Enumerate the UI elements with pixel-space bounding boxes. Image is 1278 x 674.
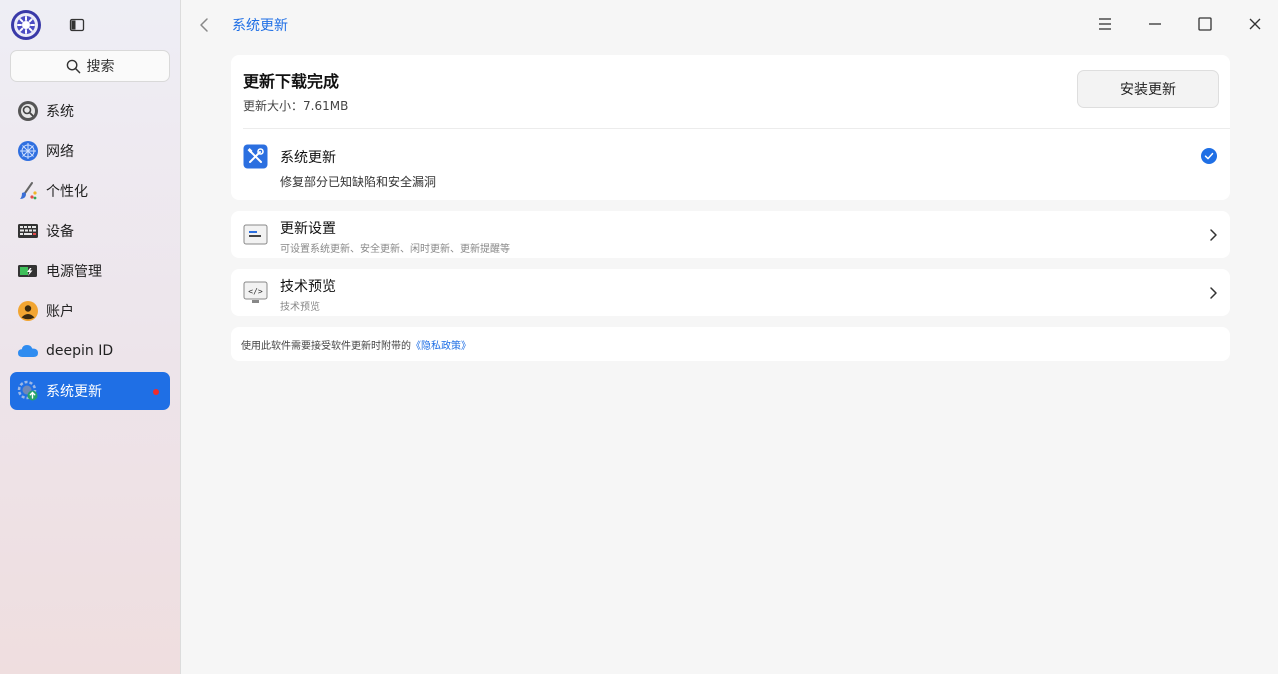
divider (243, 128, 1230, 129)
sidebar-item-power[interactable]: 电源管理 (10, 252, 170, 290)
account-icon (18, 301, 38, 321)
page-title: 系统更新 (232, 18, 288, 34)
tools-icon (243, 144, 268, 169)
sidebar-item-system-update[interactable]: 系统更新 (10, 372, 170, 410)
close-icon[interactable] (1247, 16, 1263, 32)
settings-row-name: 更新设置 (280, 221, 336, 237)
sidebar-item-label: 系统更新 (46, 384, 102, 400)
privacy-notice-label: 使用此软件需要接受软件更新时附带的 (241, 341, 411, 352)
device-icon (18, 224, 38, 238)
sidebar-item-system[interactable]: 系统 (10, 92, 170, 130)
sidebar-item-label: 设备 (46, 224, 74, 240)
power-icon (18, 265, 37, 277)
minimize-icon[interactable] (1147, 16, 1163, 32)
update-size: 更新大小：7.61MB (243, 99, 349, 113)
tech-preview-row-subtitle: 技术预览 (280, 302, 320, 313)
sidebar-item-label: 网络 (46, 144, 74, 160)
sidebar-item-personalization[interactable]: 个性化 (10, 172, 170, 210)
network-icon (18, 141, 38, 161)
system-update-icon (17, 380, 38, 401)
tech-preview-row[interactable]: </> 技术预览 技术预览 (231, 269, 1230, 316)
update-item-description: 修复部分已知缺陷和安全漏洞 (280, 175, 437, 189)
deepin-id-icon (18, 345, 38, 357)
sidebar-nav: 系统 网络 个性化 设备 电源管理 账户 deepin ID 系统更新 (10, 92, 170, 412)
personalization-icon (20, 182, 37, 200)
control-center-logo-icon (11, 10, 41, 40)
sidebar-item-deepin-id[interactable]: deepin ID (10, 332, 170, 370)
update-badge (153, 389, 159, 395)
sidebar: 搜索 系统 网络 个性化 设备 电源管理 账户 deepin ID 系统更新 (0, 0, 181, 674)
sidebar-item-label: deepin ID (46, 343, 114, 359)
check-icon (1201, 148, 1217, 164)
update-status-card: 更新下载完成 更新大小：7.61MB 安装更新 系统更新 修复部分已知缺陷和安全… (231, 55, 1230, 200)
sidebar-item-label: 账户 (46, 304, 74, 320)
sidebar-item-account[interactable]: 账户 (10, 292, 170, 330)
update-status-title: 更新下载完成 (243, 72, 340, 91)
privacy-notice-text: 使用此软件需要接受软件更新时附带的《隐私政策》 (241, 337, 471, 352)
maximize-icon[interactable] (1197, 16, 1213, 32)
code-preview-icon: </> (243, 281, 268, 303)
update-item-name: 系统更新 (280, 150, 336, 166)
privacy-policy-link[interactable]: 《隐私政策》 (411, 341, 471, 352)
update-settings-row[interactable]: 更新设置 可设置系统更新、安全更新、闲时更新、更新提醒等 (231, 211, 1230, 258)
search-input[interactable]: 搜索 (10, 50, 170, 82)
tech-preview-row-name: 技术预览 (280, 279, 336, 295)
sidebar-toggle-icon[interactable] (69, 17, 85, 33)
install-update-button[interactable]: 安装更新 (1077, 70, 1219, 108)
sidebar-item-network[interactable]: 网络 (10, 132, 170, 170)
system-icon (18, 101, 38, 121)
update-settings-icon (243, 224, 268, 245)
chevron-right-icon (1210, 287, 1217, 299)
privacy-notice: 使用此软件需要接受软件更新时附带的《隐私政策》 (231, 327, 1230, 361)
sidebar-item-label: 个性化 (46, 184, 88, 200)
sidebar-item-label: 电源管理 (46, 264, 102, 280)
search-icon (66, 59, 80, 73)
menu-icon[interactable] (1097, 16, 1113, 32)
search-placeholder: 搜索 (86, 59, 115, 75)
sidebar-item-device[interactable]: 设备 (10, 212, 170, 250)
back-icon[interactable] (196, 16, 212, 34)
chevron-right-icon (1210, 229, 1217, 241)
svg-text:</>: </> (248, 287, 263, 296)
settings-row-subtitle: 可设置系统更新、安全更新、闲时更新、更新提醒等 (280, 244, 510, 255)
sidebar-item-label: 系统 (46, 104, 74, 120)
